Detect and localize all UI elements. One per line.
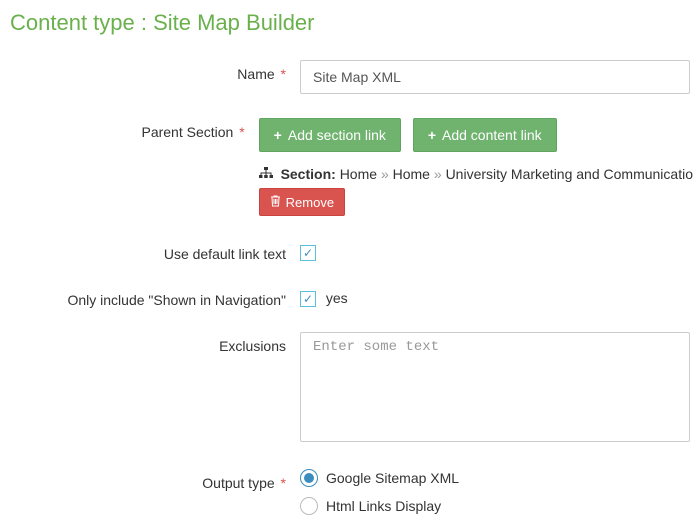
sitemap-icon	[259, 166, 277, 182]
breadcrumb-part: Home	[340, 166, 377, 182]
add-section-label: Add section link	[288, 127, 386, 143]
exclusions-textarea[interactable]	[300, 332, 690, 442]
breadcrumb-part: Home	[393, 166, 430, 182]
required-marker: *	[281, 475, 286, 491]
add-content-button[interactable]: + Add content link	[413, 118, 557, 152]
section-prefix: Section:	[281, 166, 336, 182]
output-option-1[interactable]: Html Links Display	[300, 497, 693, 515]
shown-in-nav-checkbox[interactable]: ✓	[300, 291, 316, 307]
output-option-label: Google Sitemap XML	[326, 470, 459, 486]
label-output-type-text: Output type	[202, 475, 274, 491]
required-marker: *	[281, 66, 286, 82]
row-name: Name *	[10, 60, 693, 94]
radio-selected[interactable]	[300, 469, 318, 487]
breadcrumb-separator: »	[434, 166, 446, 182]
breadcrumb-part: University Marketing and Communicatio	[446, 166, 693, 182]
row-output-type: Output type * Google Sitemap XML Html Li…	[10, 469, 693, 525]
plus-icon: +	[274, 127, 282, 143]
label-default-link: Use default link text	[10, 240, 300, 262]
label-parent-section: Parent Section *	[10, 118, 259, 140]
output-option-label: Html Links Display	[326, 498, 441, 514]
default-link-checkbox[interactable]: ✓	[300, 245, 316, 261]
row-exclusions: Exclusions	[10, 332, 693, 445]
radio-unselected[interactable]	[300, 497, 318, 515]
output-option-0[interactable]: Google Sitemap XML	[300, 469, 693, 487]
shown-in-nav-option: yes	[326, 290, 348, 306]
row-parent-section: Parent Section * + Add section link + Ad…	[10, 118, 693, 216]
breadcrumb-separator: »	[381, 166, 393, 182]
label-name: Name *	[10, 60, 300, 82]
page-title: Content type : Site Map Builder	[10, 10, 693, 36]
remove-label: Remove	[286, 195, 334, 210]
add-content-label: Add content link	[442, 127, 542, 143]
required-marker: *	[239, 124, 244, 140]
trash-icon	[270, 195, 281, 210]
row-default-link: Use default link text ✓	[10, 240, 693, 262]
section-breadcrumb: Section: Home » Home » University Market…	[259, 166, 693, 182]
label-output-type: Output type *	[10, 469, 300, 491]
label-exclusions: Exclusions	[10, 332, 300, 354]
row-shown-in-nav: Only include "Shown in Navigation" ✓ yes	[10, 286, 693, 308]
label-name-text: Name	[237, 66, 274, 82]
name-input[interactable]	[300, 60, 690, 94]
label-parent-section-text: Parent Section	[141, 124, 233, 140]
radio-dot-icon	[304, 473, 314, 483]
label-shown-in-nav: Only include "Shown in Navigation"	[10, 286, 300, 308]
add-section-button[interactable]: + Add section link	[259, 118, 401, 152]
remove-button[interactable]: Remove	[259, 188, 345, 216]
plus-icon: +	[428, 127, 436, 143]
